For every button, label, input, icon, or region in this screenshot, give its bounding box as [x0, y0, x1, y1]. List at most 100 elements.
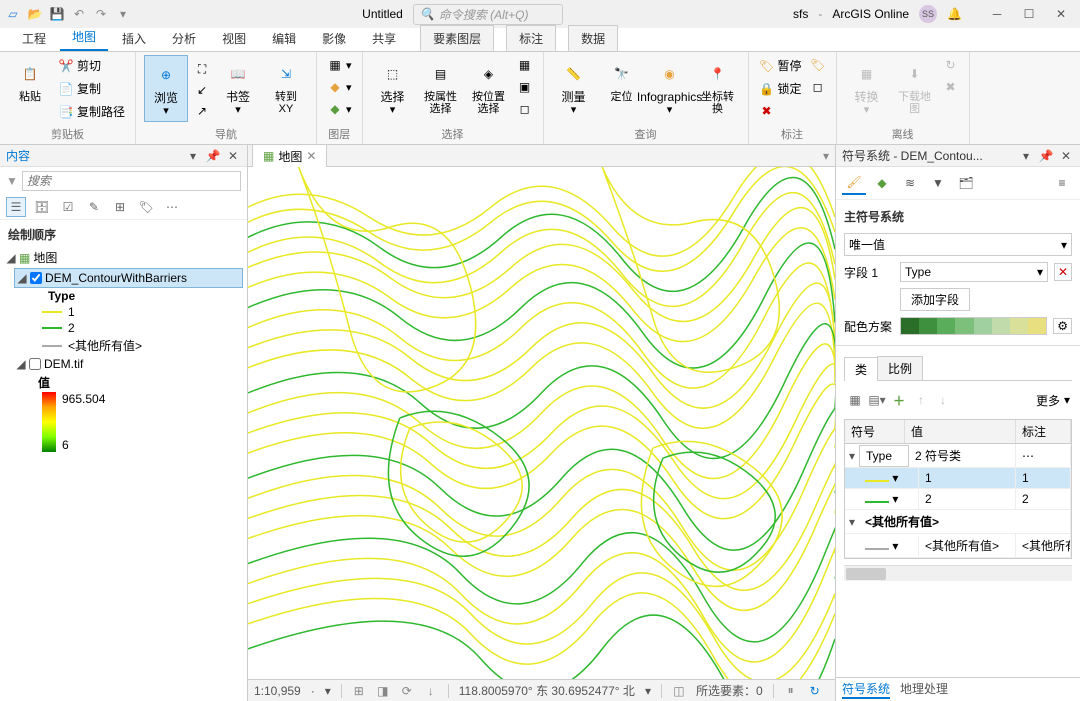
- col-label[interactable]: 标注: [1016, 420, 1071, 443]
- sb-icon-3[interactable]: ⟳: [400, 684, 414, 698]
- zoom-next-button[interactable]: ↗: [192, 101, 212, 121]
- command-search[interactable]: 🔍 命令搜索 (Alt+Q): [413, 4, 563, 25]
- tab-map[interactable]: 地图: [60, 24, 108, 51]
- pause-draw-icon[interactable]: ⏸: [784, 684, 798, 698]
- goto-xy-button[interactable]: ⇲转到 XY: [264, 55, 308, 119]
- zoom-full-button[interactable]: ⛶: [192, 59, 212, 79]
- field1-dropdown[interactable]: Type▾: [900, 262, 1048, 282]
- more-button[interactable]: 更多: [1036, 392, 1060, 409]
- toc-layer-dem[interactable]: ◢ DEM.tif: [14, 355, 243, 373]
- legend-item-other[interactable]: <其他所有值>: [4, 336, 243, 355]
- copy-button[interactable]: 📄复制: [56, 78, 127, 99]
- scale-dropdown-icon[interactable]: ▾: [325, 684, 331, 698]
- close-icon[interactable]: ✕: [225, 148, 241, 164]
- tab-analysis[interactable]: 分析: [160, 26, 208, 51]
- more-labels-1[interactable]: 🏷: [808, 55, 828, 75]
- toc-map[interactable]: ◢ ▦ 地图: [4, 247, 243, 268]
- col-symbol[interactable]: 符号: [845, 420, 905, 443]
- contents-search[interactable]: [22, 171, 241, 191]
- class-row-other[interactable]: ▾ <其他所有值> <其他所有: [845, 534, 1071, 558]
- legend-item-2[interactable]: 2: [4, 320, 243, 336]
- renderer-type-dropdown[interactable]: 唯一值▾: [844, 233, 1072, 256]
- view-unplaced-button[interactable]: ✖: [757, 101, 804, 121]
- undo-icon[interactable]: ↶: [70, 5, 88, 23]
- basemap-button[interactable]: ▦▾: [325, 55, 354, 75]
- class-group-other[interactable]: ▾ <其他所有值>: [845, 510, 1071, 534]
- layer-visibility-checkbox[interactable]: [29, 358, 41, 370]
- list-by-selection-icon[interactable]: ☑: [58, 197, 78, 217]
- sel-opt-3[interactable]: ◻: [515, 99, 535, 119]
- list-by-draw-order-icon[interactable]: ☰: [6, 197, 26, 217]
- add-field-button[interactable]: 添加字段: [900, 288, 970, 311]
- new-project-icon[interactable]: ▱: [4, 5, 22, 23]
- table-icon[interactable]: ▦: [846, 391, 864, 409]
- col-value[interactable]: 值: [905, 420, 1016, 443]
- bookmarks-button[interactable]: 📖书签▾: [216, 55, 260, 120]
- close-icon[interactable]: ✕: [1058, 148, 1074, 164]
- more-labels-2[interactable]: ◻: [808, 77, 828, 97]
- vary-by-attr-icon[interactable]: ◆: [870, 171, 894, 195]
- subtab-scales[interactable]: 比例: [877, 356, 923, 380]
- horizontal-scrollbar[interactable]: [844, 565, 1072, 581]
- cs-options-icon[interactable]: ⚙: [1053, 318, 1072, 334]
- notification-icon[interactable]: 🔔: [947, 7, 962, 21]
- minimize-button[interactable]: ─: [982, 4, 1012, 24]
- tab-feature-layer[interactable]: 要素图层: [420, 25, 494, 51]
- map-view-tab[interactable]: ▦ 地图 ✕: [252, 144, 327, 168]
- list-by-snapping-icon[interactable]: ⊞: [110, 197, 130, 217]
- advanced-icon[interactable]: ▼: [926, 171, 950, 195]
- expand-icon[interactable]: ◢: [6, 251, 16, 265]
- class-row-2[interactable]: ▾ 2 2: [845, 489, 1071, 510]
- tab-project[interactable]: 工程: [10, 26, 58, 51]
- sb-icon-2[interactable]: ◨: [376, 684, 390, 698]
- expand-icon[interactable]: ◢: [17, 271, 27, 285]
- zoom-prev-button[interactable]: ↙: [192, 80, 212, 100]
- tab-insert[interactable]: 插入: [110, 26, 158, 51]
- structure-icon[interactable]: 🗂: [954, 171, 978, 195]
- maximize-button[interactable]: ☐: [1014, 4, 1044, 24]
- filter-icon[interactable]: ▼: [6, 174, 18, 188]
- select-by-loc-button[interactable]: ◈按位置选择: [467, 55, 511, 119]
- paste-button[interactable]: 📋粘贴: [8, 55, 52, 107]
- coord-convert-button[interactable]: 📍坐标转换: [696, 55, 740, 119]
- bottom-tab-symbology[interactable]: 符号系统: [842, 680, 890, 699]
- sb-icon-1[interactable]: ⊞: [352, 684, 366, 698]
- coords-dropdown-icon[interactable]: ▾: [645, 684, 651, 698]
- tab-data[interactable]: 数据: [568, 25, 618, 51]
- add-preset-button[interactable]: ◆▾: [325, 99, 354, 119]
- measure-button[interactable]: 📏测量▾: [552, 55, 596, 120]
- sel-opt-2[interactable]: ▣: [515, 77, 535, 97]
- select-button[interactable]: ⬚选择▾: [371, 55, 415, 120]
- primary-symbology-icon[interactable]: 🖌: [842, 171, 866, 195]
- save-icon[interactable]: 💾: [48, 5, 66, 23]
- tab-imagery[interactable]: 影像: [310, 26, 358, 51]
- avatar[interactable]: SS: [919, 5, 937, 23]
- menu-icon[interactable]: ▾: [185, 148, 201, 164]
- list-by-labeling-icon[interactable]: 🏷: [136, 197, 156, 217]
- pin-icon[interactable]: 📌: [1038, 148, 1054, 164]
- qat-customize-icon[interactable]: ▾: [114, 5, 132, 23]
- sb-icon-4[interactable]: ↓: [424, 684, 438, 698]
- tab-labeling[interactable]: 标注: [506, 25, 556, 51]
- map-canvas[interactable]: [248, 167, 835, 679]
- bottom-tab-geoprocessing[interactable]: 地理处理: [900, 680, 948, 699]
- redo-icon[interactable]: ↷: [92, 5, 110, 23]
- gallery-icon[interactable]: ▤▾: [868, 391, 886, 409]
- tab-view[interactable]: 视图: [210, 26, 258, 51]
- open-project-icon[interactable]: 📂: [26, 5, 44, 23]
- tab-edit[interactable]: 编辑: [260, 26, 308, 51]
- toc-layer-contour[interactable]: ◢ DEM_ContourWithBarriers: [14, 268, 243, 288]
- refresh-icon[interactable]: ↻: [808, 684, 822, 698]
- layer-visibility-checkbox[interactable]: [30, 272, 42, 284]
- symbol-layer-icon[interactable]: ≋: [898, 171, 922, 195]
- close-button[interactable]: ✕: [1046, 4, 1076, 24]
- class-row-1[interactable]: ▾ 1 1: [845, 468, 1071, 489]
- close-tab-icon[interactable]: ✕: [306, 149, 316, 163]
- cut-button[interactable]: ✂️剪切: [56, 55, 127, 76]
- class-group-type[interactable]: ▾ Type 2 符号类 ⋯: [845, 444, 1071, 468]
- infographics-button[interactable]: ◉Infographics▾: [648, 55, 692, 120]
- pin-icon[interactable]: 📌: [205, 148, 221, 164]
- explore-button[interactable]: ⊕浏览▾: [144, 55, 188, 122]
- colorscheme-dropdown[interactable]: [900, 317, 1047, 335]
- pause-labels-button[interactable]: 🏷暂停: [757, 55, 804, 76]
